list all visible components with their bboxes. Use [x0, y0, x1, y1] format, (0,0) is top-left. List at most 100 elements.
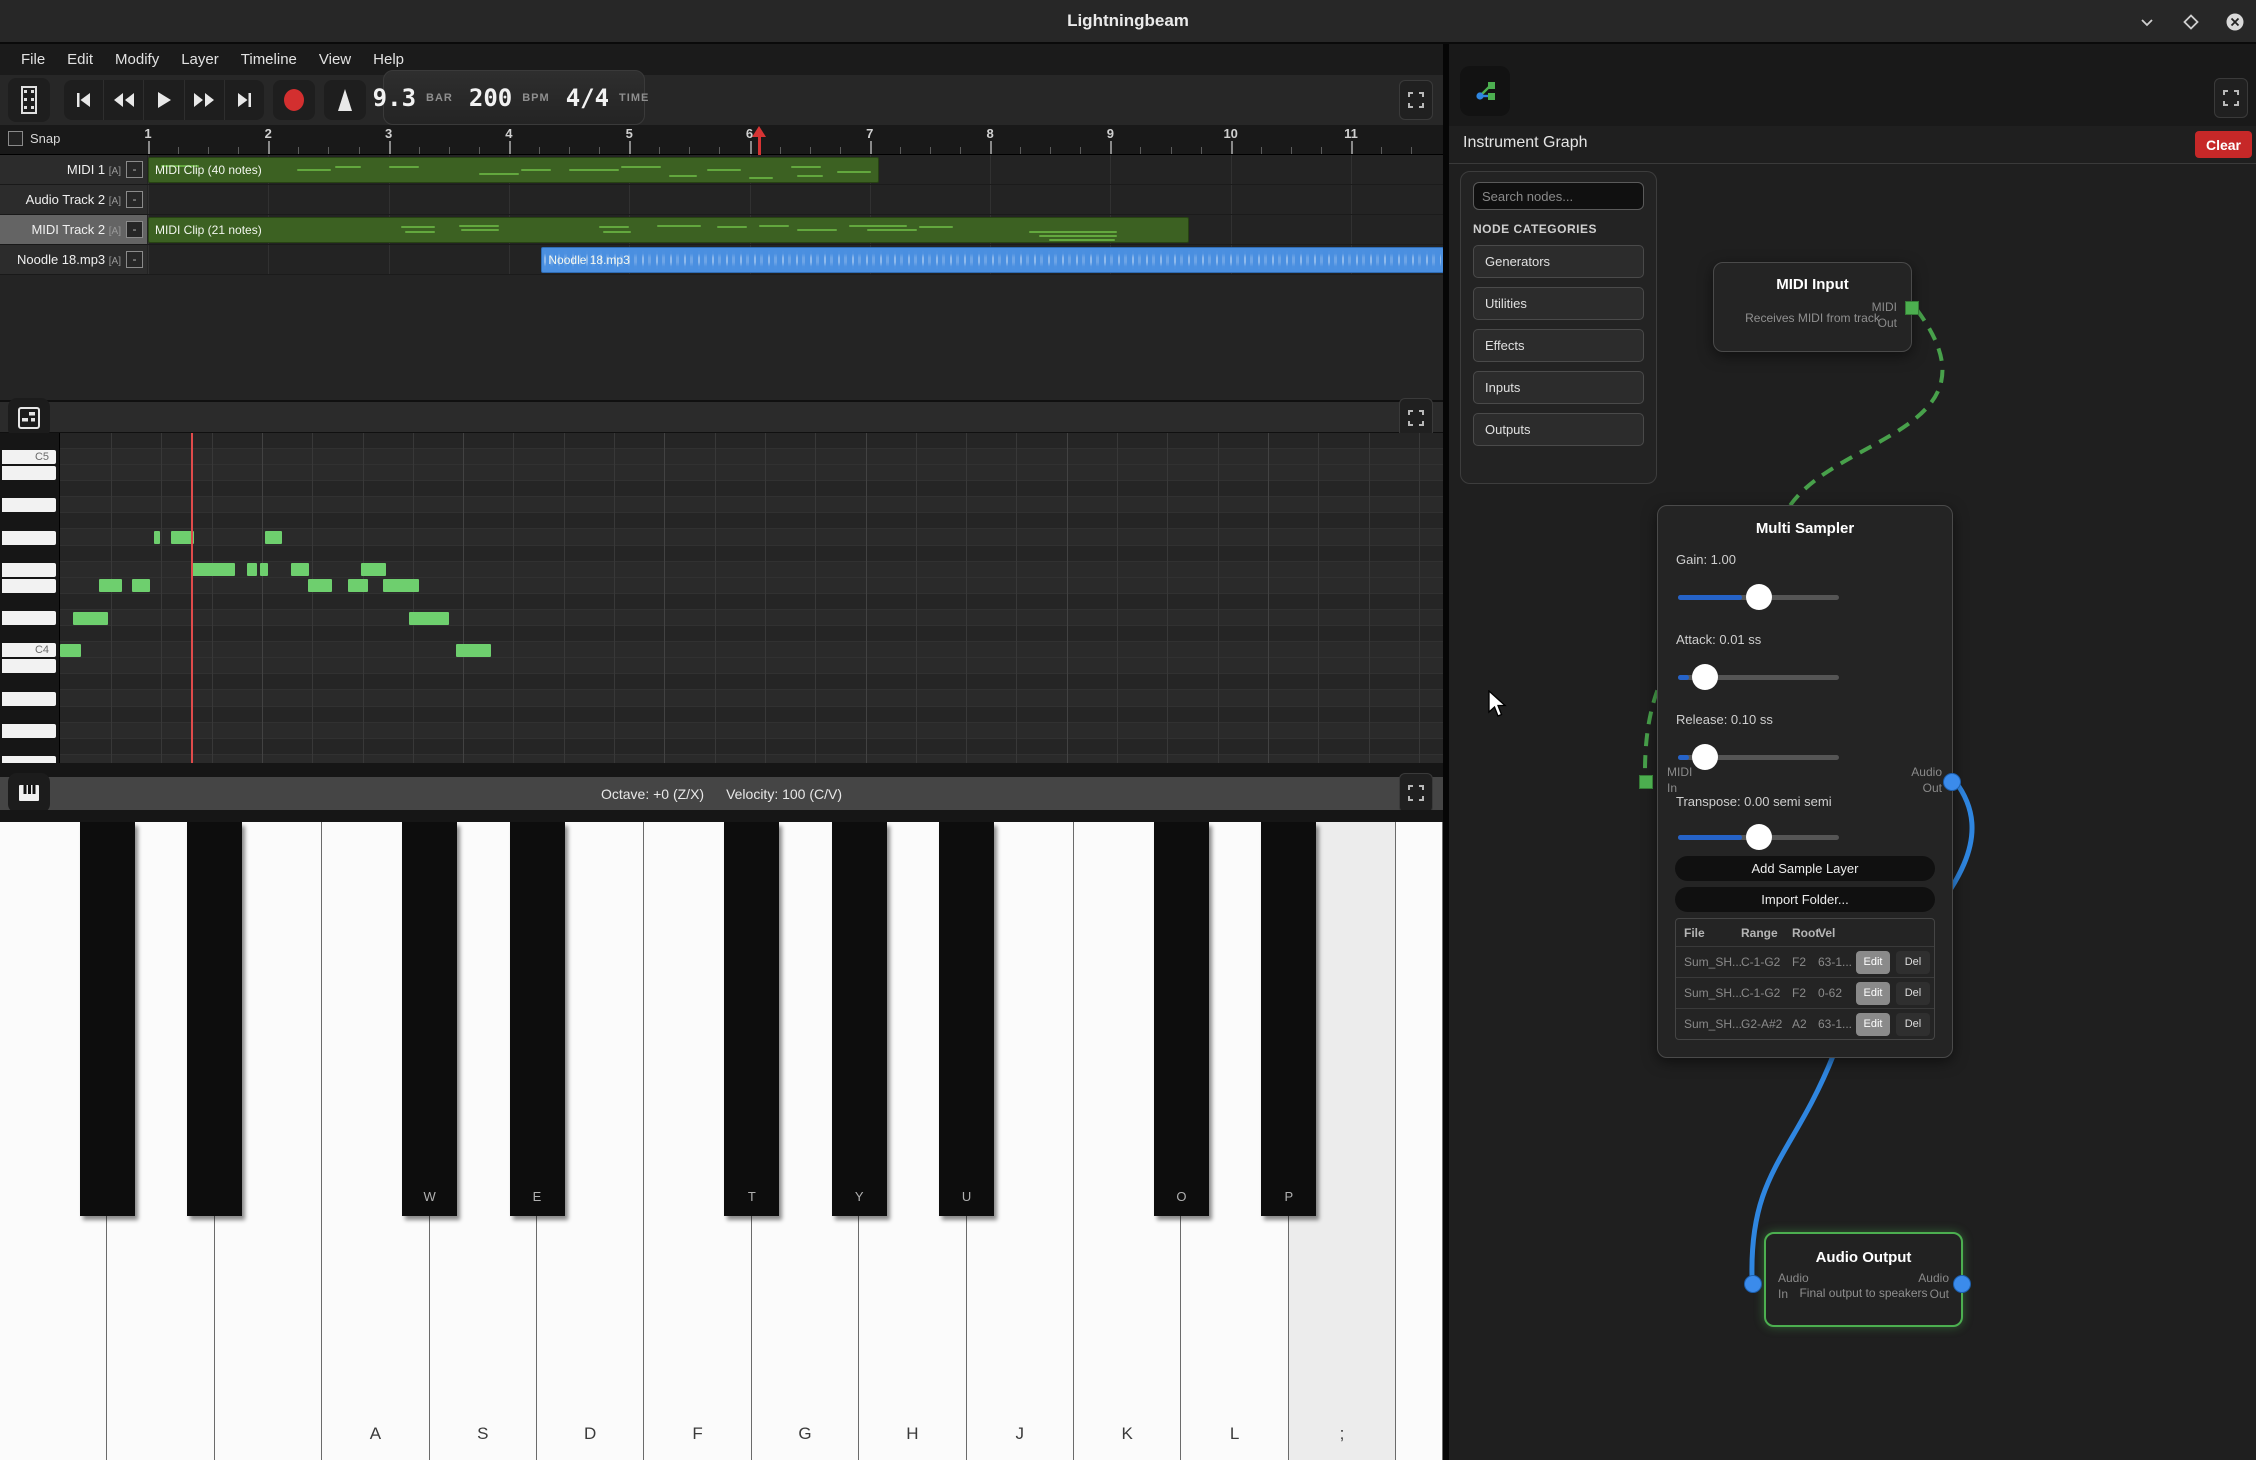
category-utilities[interactable]: Utilities — [1473, 287, 1644, 320]
midi-note[interactable] — [191, 563, 235, 576]
track-lane[interactable]: Noodle 18.mp3 — [147, 245, 1443, 275]
keyboard-expand-icon[interactable] — [1399, 773, 1433, 813]
piano-roll-key[interactable]: C4 — [2, 643, 56, 657]
category-generators[interactable]: Generators — [1473, 245, 1644, 278]
midi-in-port[interactable] — [1639, 775, 1653, 789]
track-lane[interactable]: MIDI Clip (21 notes) — [147, 215, 1443, 245]
midi-note[interactable] — [154, 531, 160, 544]
track-collapse-box[interactable]: - — [126, 221, 143, 238]
track-lane[interactable]: MIDI Clip (40 notes) — [147, 155, 1443, 185]
edit-button[interactable]: Edit — [1856, 982, 1890, 1005]
edit-button[interactable]: Edit — [1856, 951, 1890, 974]
node-midi-input[interactable]: MIDI Input Receives MIDI from track MIDI… — [1713, 262, 1912, 352]
timeline-ruler[interactable]: Snap 1234567891011 — [0, 125, 1443, 155]
track-row[interactable]: MIDI 1 [A]- — [0, 155, 147, 185]
edit-button[interactable]: Edit — [1856, 1013, 1890, 1036]
track-row[interactable]: Audio Track 2 [A]- — [0, 185, 147, 215]
white-key[interactable] — [1396, 822, 1443, 1460]
piano-roll-key[interactable] — [2, 579, 56, 593]
piano-roll-key[interactable] — [2, 659, 56, 673]
skip-start-button[interactable] — [64, 80, 104, 120]
metronome-button[interactable] — [324, 80, 366, 120]
import-folder-button[interactable]: Import Folder... — [1675, 887, 1935, 912]
virtual-keyboard[interactable]: ASDFGHJKL;WETYUOP — [0, 822, 1443, 1460]
audio-out-port[interactable] — [1953, 1275, 1971, 1293]
track-collapse-box[interactable]: - — [126, 191, 143, 208]
skip-end-button[interactable] — [225, 80, 264, 120]
track-lane[interactable] — [147, 185, 1443, 215]
category-inputs[interactable]: Inputs — [1473, 371, 1644, 404]
black-key[interactable]: P — [1261, 822, 1316, 1216]
midi-note[interactable] — [456, 644, 491, 657]
black-key[interactable]: Y — [832, 822, 887, 1216]
midi-note[interactable] — [409, 612, 449, 625]
piano-roll-key[interactable] — [2, 563, 56, 577]
black-key[interactable]: E — [510, 822, 565, 1216]
menu-view[interactable]: View — [308, 47, 362, 72]
track-lanes[interactable]: MIDI Clip (40 notes) MIDI Clip (21 notes)… — [147, 155, 1443, 275]
snap-toggle[interactable]: Snap — [8, 131, 60, 146]
track-collapse-box[interactable]: - — [126, 161, 143, 178]
slider-thumb[interactable] — [1746, 824, 1772, 850]
add-sample-layer-button[interactable]: Add Sample Layer — [1675, 856, 1935, 881]
param-slider[interactable] — [1678, 744, 1839, 770]
midi-note[interactable] — [60, 644, 81, 657]
piano-roll-key[interactable] — [2, 531, 56, 545]
midi-note[interactable] — [247, 563, 257, 576]
menu-timeline[interactable]: Timeline — [230, 47, 308, 72]
param-slider[interactable] — [1678, 664, 1839, 690]
audio-in-port[interactable] — [1744, 1275, 1762, 1293]
midi-clip[interactable]: MIDI Clip (21 notes) — [148, 217, 1189, 243]
piano-roll-expand-icon[interactable] — [1399, 398, 1433, 438]
close-icon[interactable] — [2224, 11, 2246, 33]
menu-help[interactable]: Help — [362, 47, 415, 72]
snap-checkbox[interactable] — [8, 131, 23, 146]
track-collapse-box[interactable]: - — [126, 251, 143, 268]
midi-note[interactable] — [73, 612, 108, 625]
midi-note[interactable] — [99, 579, 122, 592]
black-key[interactable]: U — [939, 822, 994, 1216]
menu-modify[interactable]: Modify — [104, 47, 170, 72]
piano-roll-key[interactable] — [2, 466, 56, 480]
rewind-button[interactable] — [104, 80, 144, 120]
param-slider[interactable] — [1678, 584, 1839, 610]
menu-layer[interactable]: Layer — [170, 47, 230, 72]
midi-note[interactable] — [348, 579, 368, 592]
midi-note[interactable] — [260, 563, 268, 576]
node-audio-output[interactable]: Audio Output Final output to speakers Au… — [1764, 1232, 1963, 1327]
maximize-icon[interactable] — [2180, 11, 2202, 33]
fast-forward-button[interactable] — [185, 80, 225, 120]
menu-edit[interactable]: Edit — [56, 47, 104, 72]
midi-out-port[interactable] — [1905, 301, 1919, 315]
tempo-display[interactable]: 9.3 BAR 200 BPM 4/4 TIME — [383, 70, 645, 125]
piano-roll-key[interactable]: C5 — [2, 450, 56, 464]
slider-thumb[interactable] — [1692, 664, 1718, 690]
midi-note[interactable] — [308, 579, 332, 592]
piano-roll-key[interactable] — [2, 611, 56, 625]
piano-roll-key[interactable] — [2, 724, 56, 738]
track-row[interactable]: Noodle 18.mp3 [A]- — [0, 245, 147, 275]
audio-out-port[interactable] — [1943, 773, 1961, 791]
play-button[interactable] — [144, 80, 184, 120]
menu-file[interactable]: File — [10, 47, 56, 72]
search-input[interactable] — [1473, 182, 1644, 210]
delete-button[interactable]: Del — [1896, 982, 1930, 1005]
param-slider[interactable] — [1678, 824, 1839, 850]
midi-note[interactable] — [132, 579, 150, 592]
midi-note[interactable] — [383, 579, 419, 592]
black-key[interactable] — [80, 822, 135, 1216]
piano-roll-key[interactable] — [2, 692, 56, 706]
audio-clip[interactable]: Noodle 18.mp3 — [541, 247, 1443, 273]
timeline-film-icon[interactable] — [8, 78, 50, 122]
slider-thumb[interactable] — [1746, 584, 1772, 610]
black-key[interactable] — [187, 822, 242, 1216]
piano-roll-key[interactable] — [2, 756, 56, 763]
delete-button[interactable]: Del — [1896, 951, 1930, 974]
category-outputs[interactable]: Outputs — [1473, 413, 1644, 446]
track-row[interactable]: MIDI Track 2 [A]- — [0, 215, 147, 245]
timeline-expand-icon[interactable] — [1399, 80, 1433, 120]
slider-thumb[interactable] — [1692, 744, 1718, 770]
record-button[interactable] — [273, 80, 315, 120]
piano-roll-icon[interactable] — [8, 398, 50, 438]
black-key[interactable]: W — [402, 822, 457, 1216]
